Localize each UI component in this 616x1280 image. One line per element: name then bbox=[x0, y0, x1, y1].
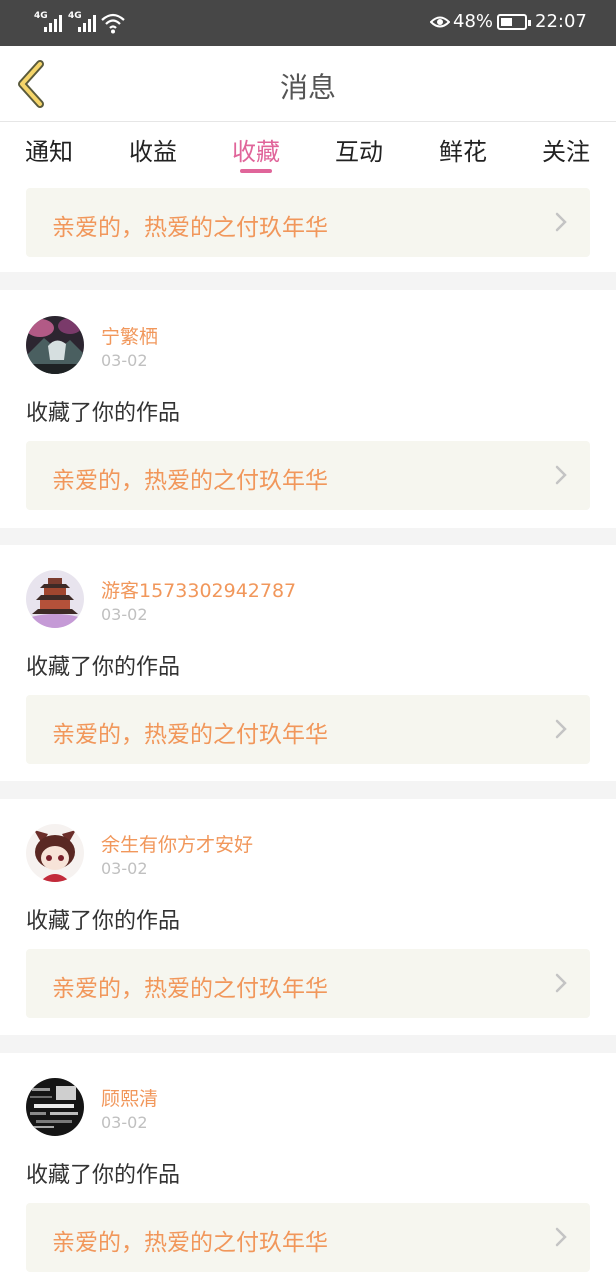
chevron-right-icon bbox=[555, 719, 567, 739]
work-title: 亲爱的，热爱的之付玖年华 bbox=[52, 722, 328, 748]
tab-notifications[interactable]: 通知 bbox=[9, 132, 89, 167]
work-title: 亲爱的，热爱的之付玖年华 bbox=[52, 1230, 328, 1256]
work-link[interactable]: 亲爱的，热爱的之付玖年华 bbox=[26, 1203, 590, 1272]
text-collage-avatar-icon bbox=[26, 1078, 84, 1136]
action-text: 收藏了你的作品 bbox=[26, 909, 181, 934]
work-title: 亲爱的，热爱的之付玖年华 bbox=[52, 976, 328, 1002]
battery-percent: 48% bbox=[453, 11, 494, 32]
landscape-avatar-icon bbox=[26, 316, 84, 374]
pagoda-avatar-icon bbox=[26, 570, 84, 628]
work-link[interactable]: 亲爱的，热爱的之付玖年华 bbox=[26, 695, 590, 764]
work-title: 亲爱的，热爱的之付玖年华 bbox=[52, 215, 328, 241]
anime-avatar-icon bbox=[26, 824, 84, 882]
wifi-icon bbox=[101, 13, 125, 34]
username-link[interactable]: 宁繁栖 bbox=[101, 322, 158, 349]
chevron-right-icon bbox=[555, 973, 567, 993]
active-tab-indicator bbox=[240, 169, 272, 173]
battery-icon bbox=[497, 14, 531, 30]
tab-following[interactable]: 关注 bbox=[526, 132, 606, 167]
list-item: 亲爱的，热爱的之付玖年华 bbox=[0, 182, 616, 272]
status-bar: 4G 4G 48% 22:07 bbox=[0, 0, 616, 46]
chevron-right-icon bbox=[555, 1227, 567, 1247]
action-text: 收藏了你的作品 bbox=[26, 655, 181, 680]
tab-interactions[interactable]: 互动 bbox=[319, 132, 399, 167]
username-link[interactable]: 游客1573302942787 bbox=[101, 576, 296, 603]
avatar[interactable] bbox=[26, 316, 84, 374]
work-link[interactable]: 亲爱的，热爱的之付玖年华 bbox=[26, 949, 590, 1018]
avatar[interactable] bbox=[26, 824, 84, 882]
date: 03-02 bbox=[101, 859, 148, 878]
page-title: 消息 bbox=[279, 71, 336, 104]
eye-comfort-icon bbox=[430, 16, 450, 28]
date: 03-02 bbox=[101, 1113, 148, 1132]
tab-bar: 通知 收益 收藏 互动 鲜花 关注 bbox=[0, 122, 616, 182]
chevron-right-icon bbox=[555, 465, 567, 485]
tab-flowers[interactable]: 鲜花 bbox=[423, 132, 503, 167]
username-link[interactable]: 顾熙清 bbox=[101, 1084, 158, 1111]
clock: 22:07 bbox=[535, 11, 587, 32]
work-link[interactable]: 亲爱的，热爱的之付玖年华 bbox=[26, 188, 590, 257]
action-text: 收藏了你的作品 bbox=[26, 401, 181, 426]
action-text: 收藏了你的作品 bbox=[26, 1163, 181, 1188]
signal-icon-1 bbox=[44, 14, 64, 32]
date: 03-02 bbox=[101, 351, 148, 370]
tab-favorites[interactable]: 收藏 bbox=[216, 132, 296, 167]
tab-earnings[interactable]: 收益 bbox=[113, 132, 193, 167]
chevron-right-icon bbox=[555, 212, 567, 232]
list-item: 宁繁栖 03-02 收藏了你的作品 亲爱的，热爱的之付玖年华 bbox=[0, 290, 616, 528]
signal-icon-2 bbox=[78, 14, 98, 32]
list-item: 余生有你方才安好 03-02 收藏了你的作品 亲爱的，热爱的之付玖年华 bbox=[0, 799, 616, 1035]
list-item: 游客1573302942787 03-02 收藏了你的作品 亲爱的，热爱的之付玖… bbox=[0, 545, 616, 781]
username-link[interactable]: 余生有你方才安好 bbox=[101, 830, 253, 857]
avatar[interactable] bbox=[26, 1078, 84, 1136]
avatar[interactable] bbox=[26, 570, 84, 628]
date: 03-02 bbox=[101, 605, 148, 624]
top-bar: 消息 bbox=[0, 46, 616, 122]
work-title: 亲爱的，热爱的之付玖年华 bbox=[52, 468, 328, 494]
work-link[interactable]: 亲爱的，热爱的之付玖年华 bbox=[26, 441, 590, 510]
list-item: 顾熙清 03-02 收藏了你的作品 亲爱的，热爱的之付玖年华 bbox=[0, 1053, 616, 1280]
